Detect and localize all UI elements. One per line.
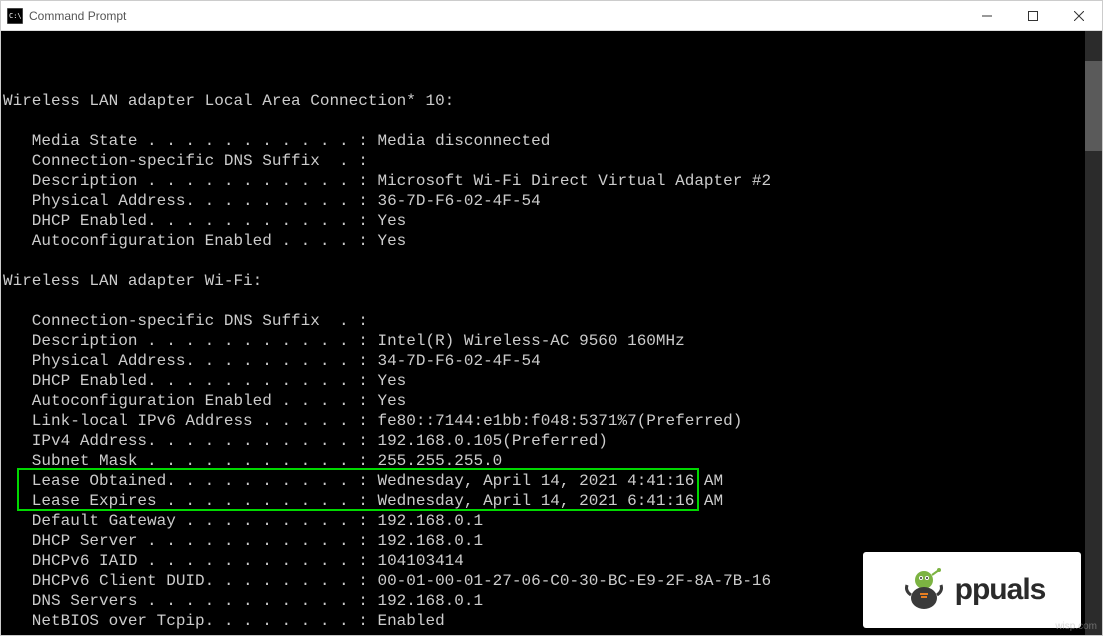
terminal-line: Physical Address. . . . . . . . . : 34-7… <box>3 351 1102 371</box>
watermark-text: ppuals <box>955 573 1046 607</box>
terminal-line <box>3 71 1102 91</box>
terminal-line: Connection-specific DNS Suffix . : <box>3 311 1102 331</box>
small-watermark: wisp.com <box>1055 621 1097 632</box>
titlebar[interactable]: C:\ Command Prompt <box>1 1 1102 31</box>
terminal-line <box>3 291 1102 311</box>
terminal-line: DHCP Enabled. . . . . . . . . . . : Yes <box>3 371 1102 391</box>
terminal-line: Lease Expires . . . . . . . . . . : Wedn… <box>3 491 1102 511</box>
terminal-line: Autoconfiguration Enabled . . . . : Yes <box>3 231 1102 251</box>
terminal-line: Description . . . . . . . . . . . : Inte… <box>3 331 1102 351</box>
appuals-watermark: ppuals <box>863 552 1081 628</box>
svg-text:C:\: C:\ <box>9 12 22 20</box>
appuals-logo-icon <box>899 565 949 615</box>
terminal-line: IPv4 Address. . . . . . . . . . . : 192.… <box>3 431 1102 451</box>
terminal-line: Autoconfiguration Enabled . . . . : Yes <box>3 391 1102 411</box>
terminal-line: DHCP Server . . . . . . . . . . . : 192.… <box>3 531 1102 551</box>
terminal-line: Media State . . . . . . . . . . . : Medi… <box>3 131 1102 151</box>
terminal-line <box>3 631 1102 635</box>
cmd-icon: C:\ <box>7 8 23 24</box>
terminal-content: Wireless LAN adapter Local Area Connecti… <box>1 71 1102 635</box>
terminal-line <box>3 111 1102 131</box>
terminal-line: Lease Obtained. . . . . . . . . . : Wedn… <box>3 471 1102 491</box>
minimize-button[interactable] <box>964 1 1010 30</box>
terminal-line: Default Gateway . . . . . . . . . : 192.… <box>3 511 1102 531</box>
terminal-line: Description . . . . . . . . . . . : Micr… <box>3 171 1102 191</box>
close-button[interactable] <box>1056 1 1102 30</box>
terminal-line: Link-local IPv6 Address . . . . . : fe80… <box>3 411 1102 431</box>
terminal-area[interactable]: Wireless LAN adapter Local Area Connecti… <box>1 31 1102 635</box>
terminal-line: Connection-specific DNS Suffix . : <box>3 151 1102 171</box>
maximize-button[interactable] <box>1010 1 1056 30</box>
terminal-line: Wireless LAN adapter Local Area Connecti… <box>3 91 1102 111</box>
terminal-line: Physical Address. . . . . . . . . : 36-7… <box>3 191 1102 211</box>
terminal-line: Subnet Mask . . . . . . . . . . . : 255.… <box>3 451 1102 471</box>
terminal-line: Wireless LAN adapter Wi-Fi: <box>3 271 1102 291</box>
scrollbar-track[interactable] <box>1085 31 1102 635</box>
scrollbar-thumb[interactable] <box>1085 61 1102 151</box>
terminal-line <box>3 251 1102 271</box>
command-prompt-window: C:\ Command Prompt Wireless LAN adapter … <box>0 0 1103 636</box>
window-controls <box>964 1 1102 30</box>
terminal-line: DHCP Enabled. . . . . . . . . . . : Yes <box>3 211 1102 231</box>
window-title: Command Prompt <box>29 9 964 23</box>
